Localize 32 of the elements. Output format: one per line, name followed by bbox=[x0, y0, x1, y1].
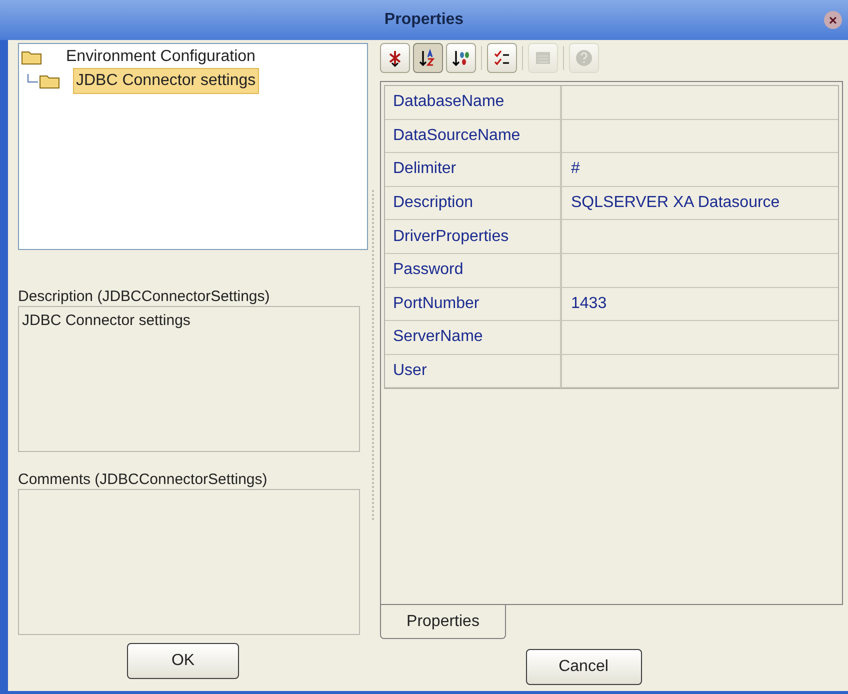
property-name: Password bbox=[385, 254, 562, 287]
sort-button[interactable] bbox=[446, 43, 476, 73]
property-value[interactable]: SQLSERVER XA Datasource bbox=[562, 186, 838, 220]
comments-field[interactable] bbox=[18, 489, 360, 635]
property-name: Description bbox=[385, 186, 562, 220]
ok-button[interactable]: OK bbox=[127, 643, 239, 679]
property-name: DataSourceName bbox=[385, 120, 562, 152]
window-title: Properties bbox=[384, 10, 464, 30]
expand-button[interactable] bbox=[380, 43, 410, 73]
property-value[interactable]: # bbox=[562, 153, 838, 186]
filter-button[interactable] bbox=[487, 43, 517, 73]
property-name: Delimiter bbox=[385, 153, 562, 186]
property-name: PortNumber bbox=[385, 288, 562, 320]
sort-icon bbox=[451, 48, 471, 68]
property-name: DatabaseName bbox=[385, 86, 562, 119]
folder-icon bbox=[39, 73, 61, 89]
list-icon bbox=[492, 48, 512, 68]
property-name: DriverProperties bbox=[385, 220, 562, 253]
tab[interactable]: Properties bbox=[380, 605, 506, 639]
property-name: ServerName bbox=[385, 321, 562, 354]
help-icon bbox=[574, 48, 594, 68]
sort-button[interactable] bbox=[413, 43, 443, 73]
property-name: User bbox=[385, 354, 562, 388]
cancel-button[interactable]: Cancel bbox=[526, 649, 642, 685]
tree-item[interactable]: JDBC Connector settings bbox=[73, 68, 259, 94]
close-button[interactable]: × bbox=[824, 11, 842, 29]
folder-icon bbox=[21, 49, 43, 65]
description-label: Description (JDBCConnectorSettings) bbox=[18, 288, 271, 306]
comments-label: Comments (JDBCConnectorSettings) bbox=[18, 471, 268, 489]
tree-item[interactable]: Environment Configuration bbox=[63, 44, 258, 70]
property-value[interactable]: 1433 bbox=[562, 288, 838, 320]
description-field[interactable]: JDBC Connector settings bbox=[18, 306, 360, 452]
